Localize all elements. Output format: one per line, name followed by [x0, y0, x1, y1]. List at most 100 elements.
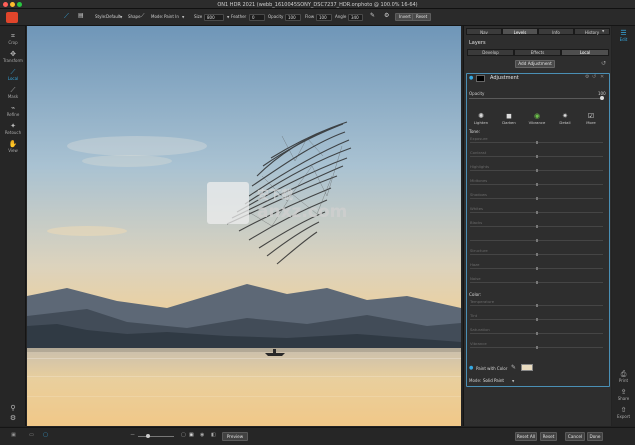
slider-knob[interactable]: [536, 197, 538, 200]
loupe-icon[interactable]: ▭: [24, 432, 39, 438]
angle-input[interactable]: 340: [348, 13, 363, 21]
slider-knob[interactable]: [536, 183, 538, 186]
slider-knob[interactable]: [536, 169, 538, 172]
color-wheel-icon: ◉: [533, 112, 541, 120]
cancel-button[interactable]: Cancel: [565, 432, 585, 441]
slider-knob[interactable]: [536, 141, 538, 144]
fit-view-icon[interactable]: ▢: [181, 432, 186, 438]
reset-all-button[interactable]: Reset All: [515, 432, 537, 441]
subtab-local[interactable]: Local: [561, 49, 609, 56]
tone-heading: Tone:: [469, 129, 481, 134]
feather-input[interactable]: 0: [249, 13, 265, 21]
done-button[interactable]: Done: [587, 432, 603, 441]
preview-button[interactable]: Preview: [222, 432, 248, 441]
preset-more[interactable]: ☑ More: [581, 112, 601, 126]
watermark-text: anxz.com: [257, 202, 348, 222]
slider-knob[interactable]: [536, 155, 538, 158]
flow-input[interactable]: 100: [316, 13, 332, 21]
slider-knob[interactable]: [536, 225, 538, 228]
share-icon: ⇪: [620, 388, 627, 396]
single-view-icon[interactable]: ▢: [38, 432, 53, 438]
tab-levels[interactable]: Levels: [502, 28, 538, 35]
retouch-icon: ✦: [10, 122, 16, 130]
left-tool-strip: ⌗ Crop ✥ Transform ⟋ Local ⟋ Mask ⌁ Refine ✦ R…: [0, 26, 26, 426]
slider-knob[interactable]: [536, 253, 538, 256]
undo-icon[interactable]: ↺: [601, 60, 606, 67]
zoom-tool[interactable]: ⚲: [0, 404, 26, 412]
style-select[interactable]: Default: [106, 14, 121, 19]
layer-visibility-icon[interactable]: ●: [469, 75, 473, 81]
tool-transform[interactable]: ✥ Transform: [0, 50, 26, 63]
brush-tool-icon[interactable]: ⟋: [64, 12, 69, 21]
mask-view-icon[interactable]: ◉: [200, 432, 204, 438]
paint-mode-select[interactable]: Solid Paint: [483, 378, 504, 383]
tool-crop[interactable]: ⌗ Crop: [0, 32, 26, 45]
module-edit[interactable]: ☰ Edit: [612, 29, 635, 42]
size-input[interactable]: 800: [204, 13, 224, 21]
tab-info[interactable]: Info: [538, 28, 574, 35]
preset-vibrance[interactable]: ◉ Vibrance: [526, 112, 548, 126]
slider-knob[interactable]: [536, 267, 538, 270]
tool-view[interactable]: ✋ View: [0, 140, 26, 153]
preset-detail[interactable]: ✷ Detail: [555, 112, 575, 126]
close-layer-icon[interactable]: ✕: [600, 74, 604, 80]
tab-history[interactable]: History: [574, 28, 610, 35]
compare-icon[interactable]: ▣: [6, 432, 21, 438]
zoom-slider-knob[interactable]: [146, 434, 150, 438]
tool-retouch[interactable]: ✦ Retouch: [0, 122, 26, 135]
adjustment-layer-name: Adjustment: [490, 75, 519, 81]
paint-with-color-toggle[interactable]: ●: [469, 365, 473, 371]
zoom-out-icon[interactable]: −: [130, 431, 135, 438]
pen-pressure-icon[interactable]: ✎: [370, 12, 375, 19]
print-icon: ⎙: [620, 370, 627, 378]
reset-button[interactable]: Reset: [540, 432, 557, 441]
add-adjustment-button[interactable]: Add Adjustment: [515, 60, 555, 68]
tool-refine[interactable]: ⌁ Refine: [0, 104, 26, 117]
slider-knob[interactable]: [536, 332, 538, 335]
slider-label: Whites: [470, 206, 484, 211]
slider-knob[interactable]: [536, 211, 538, 214]
before-after-icon[interactable]: ◧: [211, 432, 216, 438]
module-export[interactable]: ⇧ Export: [612, 406, 635, 419]
checkbox-icon: ☑: [587, 112, 595, 120]
sliders-icon: ☰: [620, 29, 627, 37]
opacity-input[interactable]: 100: [285, 13, 301, 21]
sparkle-icon: ✷: [562, 112, 568, 120]
actual-size-icon[interactable]: ▣: [189, 432, 194, 438]
square-icon: ◼: [506, 112, 512, 120]
subtab-develop[interactable]: Develop: [467, 49, 514, 56]
image-canvas[interactable]: anxz.com 安下载: [27, 26, 461, 426]
preset-darken[interactable]: ◼ Darken: [499, 112, 519, 126]
preset-lighten[interactable]: ✺ Lighten: [471, 112, 491, 126]
slider-knob[interactable]: [536, 346, 538, 349]
reset-toolbar-button[interactable]: Reset: [412, 13, 432, 21]
opacity-slider-knob[interactable]: [600, 96, 604, 100]
subtab-effects[interactable]: Effects: [514, 49, 561, 56]
slider-knob[interactable]: [536, 304, 538, 307]
feather-label: Feather: [231, 14, 247, 19]
gear-icon[interactable]: ⚙: [384, 12, 389, 19]
shape-icon[interactable]: ⟋: [141, 13, 145, 19]
module-share[interactable]: ⇪ Share: [612, 388, 635, 401]
chevron-down-icon: ▼: [512, 379, 515, 383]
settings-tool[interactable]: ⚙: [0, 414, 26, 422]
slider-knob[interactable]: [536, 318, 538, 321]
slider-knob[interactable]: [536, 239, 538, 242]
size-label: Size: [194, 14, 203, 19]
tool-local[interactable]: ⟋ Local: [0, 68, 26, 81]
slider-label: Contrast: [470, 150, 487, 155]
tool-mask[interactable]: ⟋ Mask: [0, 86, 26, 99]
eyedropper-icon[interactable]: ✎: [511, 364, 516, 371]
brush-options-icon[interactable]: ▤: [78, 12, 84, 19]
reset-layer-icon[interactable]: ↺: [592, 74, 596, 80]
module-print[interactable]: ⎙ Print: [612, 370, 635, 383]
layer-options-icon[interactable]: ⚙: [585, 74, 589, 80]
paint-color-swatch[interactable]: [521, 364, 533, 371]
zoom-slider[interactable]: [138, 436, 174, 437]
opacity-slider[interactable]: [469, 98, 600, 99]
mode-select[interactable]: Paint In: [164, 14, 179, 19]
tab-nav[interactable]: Nav: [466, 28, 502, 35]
slider-knob[interactable]: [536, 281, 538, 284]
chevron-down-icon: ▼: [182, 15, 185, 19]
app-logo: [6, 12, 18, 23]
